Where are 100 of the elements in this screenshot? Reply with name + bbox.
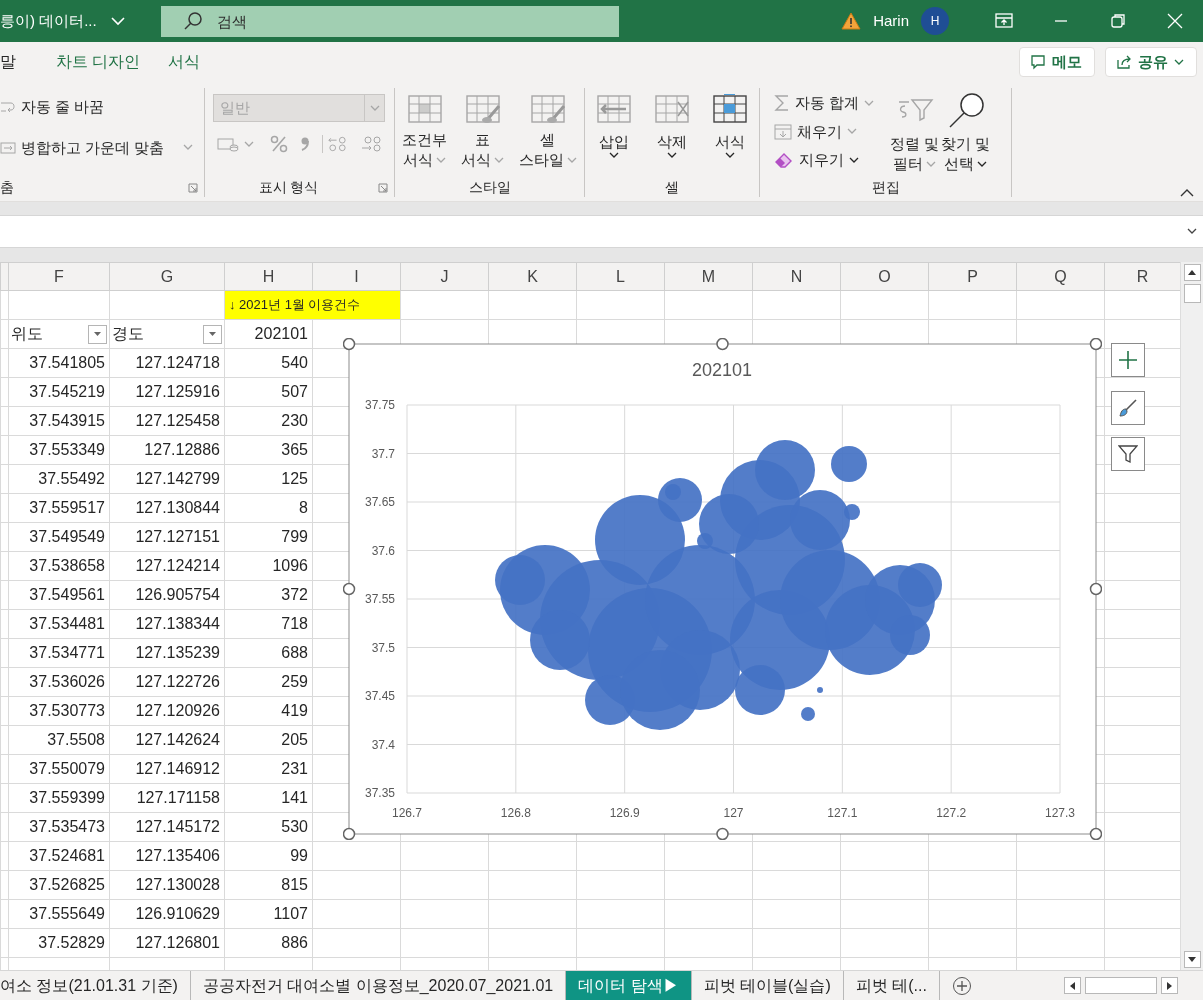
search-field[interactable]: 검색 <box>160 5 619 37</box>
chart-title: 202101 <box>691 360 753 380</box>
table-cell: 127.145172 <box>109 812 225 842</box>
table-cell: 127.146912 <box>109 754 225 784</box>
horizontal-scrollbar[interactable] <box>1085 977 1157 994</box>
column-header[interactable]: F <box>8 262 110 291</box>
vertical-scrollbar[interactable] <box>1180 262 1203 970</box>
table-cell: 37.541805 <box>8 348 110 378</box>
search-icon <box>182 10 203 31</box>
filter-button[interactable] <box>88 324 107 344</box>
table-cell: 365 <box>224 435 313 465</box>
comment-button[interactable]: 메모 <box>1019 47 1095 77</box>
merge-icon <box>0 139 16 156</box>
column-header[interactable]: G <box>109 262 225 291</box>
table-cell: 37.526825 <box>8 870 110 900</box>
avatar[interactable]: H <box>921 7 949 35</box>
table-cell: 127.126801 <box>109 928 225 958</box>
column-header[interactable]: P <box>928 262 1017 291</box>
column-header[interactable]: R <box>1104 262 1180 291</box>
clear-button[interactable]: 지우기 <box>770 147 888 174</box>
table-cell: 815 <box>224 870 313 900</box>
insert-cells-button[interactable]: 삽입 <box>592 92 636 177</box>
table-cell: 231 <box>224 754 313 784</box>
share-icon <box>1116 54 1132 70</box>
table-cell: 127.12886 <box>109 435 225 465</box>
plus-icon <box>1118 350 1138 370</box>
column-header[interactable]: N <box>752 262 841 291</box>
column-header[interactable]: L <box>576 262 665 291</box>
table-cell: 688 <box>224 638 313 668</box>
resize-handle[interactable] <box>343 827 356 840</box>
table-cell: 127.124718 <box>109 348 225 378</box>
resize-handle[interactable] <box>1089 827 1102 840</box>
caret-icon[interactable] <box>110 16 125 26</box>
chart-filters-button[interactable] <box>1111 437 1145 471</box>
ribbon-tab[interactable]: 차트 디자인 <box>30 50 155 74</box>
column-header[interactable]: M <box>664 262 753 291</box>
share-button[interactable]: 공유 <box>1105 47 1197 77</box>
table-cell: 507 <box>224 377 313 407</box>
chart-styles-button[interactable] <box>1111 391 1145 425</box>
filter-icon <box>1118 444 1138 464</box>
table-cell: 127.171158 <box>109 783 225 813</box>
axis-label: 37.75 <box>364 398 395 412</box>
column-header[interactable]: K <box>488 262 577 291</box>
table-cell: 126.910629 <box>109 899 225 929</box>
ribbon-tab[interactable]: 말 <box>0 50 30 74</box>
table-cell: 37.559517 <box>8 493 110 523</box>
table-cell: 205 <box>224 725 313 755</box>
table-cell: 372 <box>224 580 313 610</box>
table-cell: 99 <box>224 841 313 871</box>
column-header[interactable]: H <box>224 262 313 291</box>
table-cell: 259 <box>224 667 313 697</box>
sheet-tab[interactable]: 여소 정보(21.01.31 기준) <box>0 971 191 1000</box>
table-cell: 37.524681 <box>8 841 110 871</box>
dialog-launcher-icon[interactable] <box>378 183 388 193</box>
delete-cells-button[interactable]: 삭제 <box>650 92 694 177</box>
user-name: Harin <box>873 10 909 31</box>
caret-icon <box>849 156 859 164</box>
table-cell: 127.135406 <box>109 841 225 871</box>
table-cell: 37.553349 <box>8 435 110 465</box>
column-header[interactable]: Q <box>1016 262 1105 291</box>
table-cell: 37.534481 <box>8 609 110 639</box>
format-cells-button[interactable]: 서식 <box>708 92 752 177</box>
table-cell: 127.130028 <box>109 870 225 900</box>
table-cell: 799 <box>224 522 313 552</box>
collapse-ribbon-icon[interactable] <box>1180 188 1194 197</box>
axis-label: 37.45 <box>364 689 395 703</box>
column-title: 위도 <box>11 324 43 344</box>
currency-icon <box>217 136 239 152</box>
ribbon-tab[interactable]: 서식 <box>154 50 215 74</box>
fill-icon <box>774 122 792 141</box>
add-sheet-icon[interactable] <box>951 975 972 996</box>
filter-button[interactable] <box>203 324 222 344</box>
resize-handle[interactable] <box>716 827 729 840</box>
resize-handle[interactable] <box>343 582 356 596</box>
axis-label: 126.7 <box>392 806 422 820</box>
axis-label: 127.2 <box>936 806 967 820</box>
group-label: 춤 <box>0 177 15 197</box>
find-select-button[interactable]: 찾기 및 선택 <box>941 90 991 177</box>
column-header[interactable]: I <box>312 262 401 291</box>
resize-handle[interactable] <box>716 338 729 351</box>
dialog-launcher-icon[interactable] <box>188 183 198 193</box>
resize-handle[interactable] <box>1089 338 1102 351</box>
table-cell: 37.549549 <box>8 522 110 552</box>
ribbon-display-icon[interactable] <box>993 11 1014 31</box>
axis-label: 37.5 <box>371 640 395 655</box>
table-cell: 127.138344 <box>109 609 225 639</box>
column-header[interactable]: O <box>840 262 929 291</box>
resize-handle[interactable] <box>1089 582 1102 596</box>
resize-handle[interactable] <box>343 338 356 351</box>
delete-cells-icon <box>654 94 690 124</box>
axis-label: 126.8 <box>500 806 531 820</box>
sheet-tab[interactable]: 피벗 테이블(실습) <box>691 971 844 1000</box>
column-header[interactable]: J <box>400 262 489 291</box>
chart-elements-button[interactable] <box>1111 343 1145 377</box>
right-arrow-icon[interactable] <box>1167 981 1172 990</box>
scrollbar-thumb[interactable] <box>1183 284 1201 303</box>
table-cell: 127.125916 <box>109 377 225 407</box>
sheet-tab[interactable]: 피벗 테(... <box>843 971 940 1000</box>
left-arrow-icon[interactable] <box>1070 981 1075 990</box>
sheet-tab[interactable]: 데이터 탐색▶ <box>566 971 692 1000</box>
